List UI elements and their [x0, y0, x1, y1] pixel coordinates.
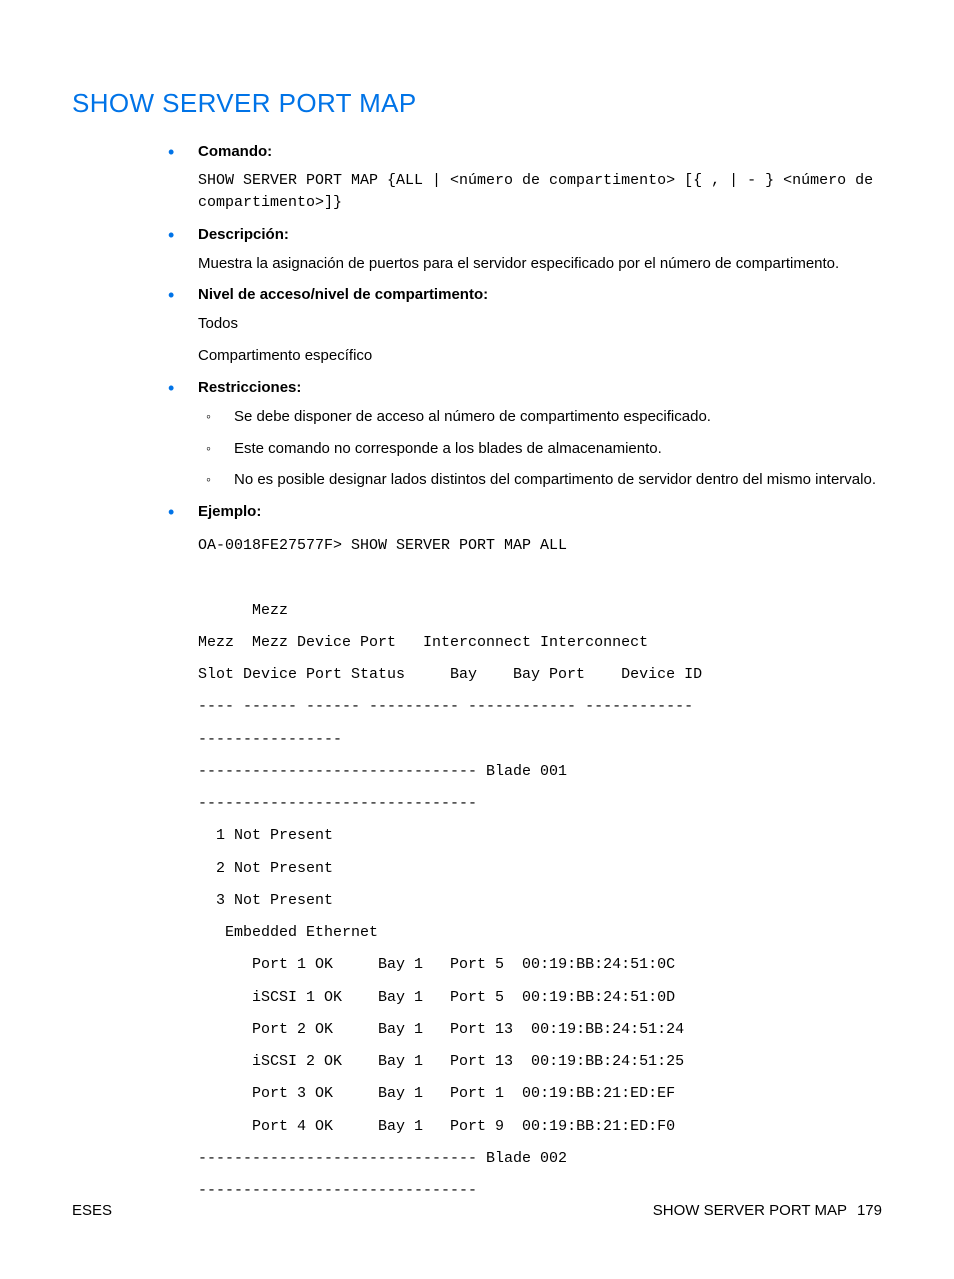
restriccion-item: Este comando no corresponde a los blades… [198, 438, 882, 460]
restriccion-item: Se debe disponer de acceso al número de … [198, 406, 882, 428]
section-comando: Comando: SHOW SERVER PORT MAP {ALL | <nú… [162, 143, 882, 214]
footer-right: SHOW SERVER PORT MAP 179 [653, 1202, 882, 1219]
nivel-line1: Todos [198, 313, 882, 335]
section-restricciones: Restricciones: Se debe disponer de acces… [162, 379, 882, 491]
nivel-line2: Compartimento específico [198, 345, 882, 367]
section-descripcion: Descripción: Muestra la asignación de pu… [162, 226, 882, 275]
comando-text: SHOW SERVER PORT MAP {ALL | <número de c… [198, 170, 882, 214]
ejemplo-label: Ejemplo: [198, 503, 882, 520]
restricciones-list: Se debe disponer de acceso al número de … [198, 406, 882, 491]
footer-right-label: SHOW SERVER PORT MAP [653, 1202, 847, 1219]
ejemplo-text: OA-0018FE27577F> SHOW SERVER PORT MAP AL… [198, 530, 882, 1207]
page-title: SHOW SERVER PORT MAP [72, 88, 882, 119]
section-ejemplo: Ejemplo: OA-0018FE27577F> SHOW SERVER PO… [162, 503, 882, 1207]
page-footer: ESES SHOW SERVER PORT MAP 179 [72, 1202, 882, 1219]
restricciones-label: Restricciones: [198, 379, 882, 396]
nivel-label: Nivel de acceso/nivel de compartimento: [198, 286, 882, 303]
section-nivel: Nivel de acceso/nivel de compartimento: … [162, 286, 882, 367]
comando-label: Comando: [198, 143, 882, 160]
section-list: Comando: SHOW SERVER PORT MAP {ALL | <nú… [162, 143, 882, 1207]
footer-left: ESES [72, 1202, 112, 1219]
footer-page-number: 179 [857, 1202, 882, 1219]
restriccion-item: No es posible designar lados distintos d… [198, 469, 882, 491]
descripcion-text: Muestra la asignación de puertos para el… [198, 253, 882, 275]
descripcion-label: Descripción: [198, 226, 882, 243]
